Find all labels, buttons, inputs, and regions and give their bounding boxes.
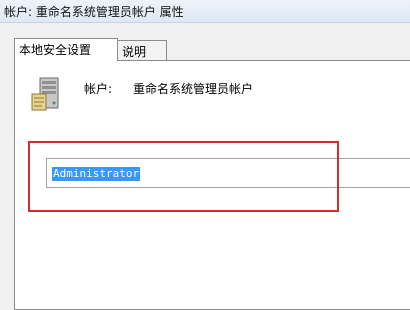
tab-local-security-setting[interactable]: 本地安全设置 xyxy=(14,38,118,61)
window-title: 帐户: 重命名系统管理员帐户 属性 xyxy=(4,5,184,19)
highlight-box xyxy=(28,141,339,212)
title-bar[interactable]: 帐户: 重命名系统管理员帐户 属性 xyxy=(0,0,410,23)
tab-label: 说明 xyxy=(122,45,147,59)
policy-name: 重命名系统管理员帐户 xyxy=(133,82,254,96)
tab-label: 本地安全设置 xyxy=(19,43,92,57)
server-icon xyxy=(31,77,59,111)
tab-explain[interactable]: 说明 xyxy=(117,40,167,61)
policy-label: 帐户: xyxy=(84,82,113,96)
